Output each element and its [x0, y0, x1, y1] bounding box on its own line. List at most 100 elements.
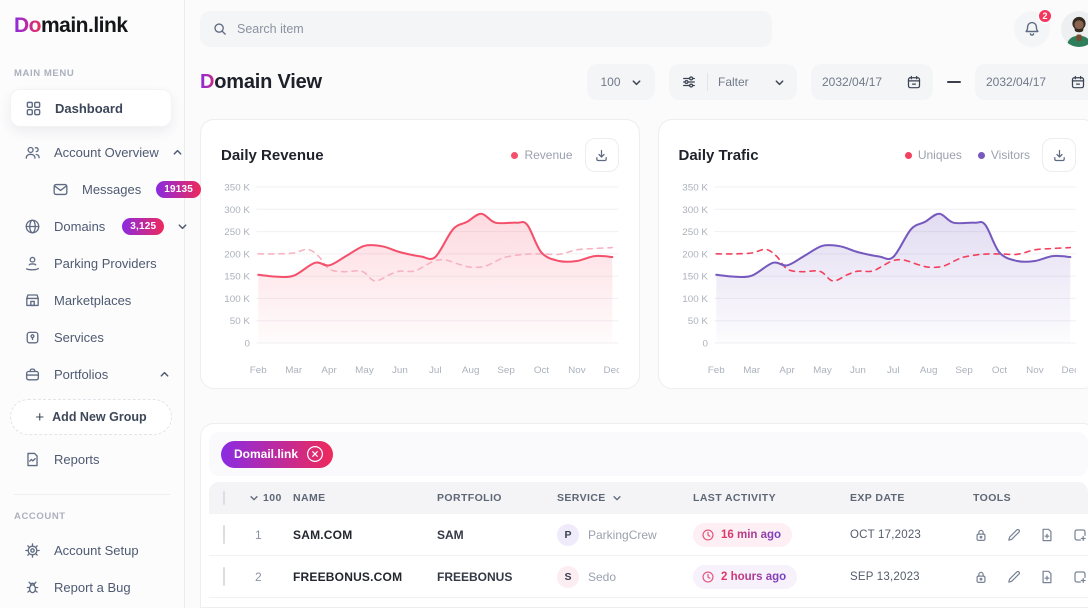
- svg-text:Nov: Nov: [568, 365, 586, 376]
- svg-text:Jun: Jun: [392, 365, 408, 376]
- sidebar-item-label: Report a Bug: [54, 580, 131, 595]
- search-bar[interactable]: [200, 11, 772, 47]
- filter-chip-domail-link[interactable]: Domail.link: [221, 441, 333, 468]
- globe-icon: [24, 218, 41, 235]
- svg-text:50 K: 50 K: [687, 316, 708, 327]
- chevron-down-icon: [631, 77, 642, 88]
- chevron-up-icon[interactable]: [172, 147, 183, 158]
- sidebar-item-parking-providers[interactable]: Parking Providers: [0, 245, 184, 282]
- sidebar-item-dashboard[interactable]: Dashboard: [10, 89, 172, 127]
- column-header-name[interactable]: NAME: [293, 492, 437, 504]
- domains-badge: 3,125: [122, 218, 164, 235]
- last-activity-badge: 2 hours ago: [693, 565, 797, 589]
- row-checkbox[interactable]: [223, 567, 225, 586]
- add-new-group-button[interactable]: + Add New Group: [10, 399, 172, 435]
- date-from-value: 2032/04/17: [822, 75, 882, 89]
- row-number: 2: [249, 570, 293, 584]
- table-row[interactable]: 1 SAM.COM SAM P ParkingCrew 16 min ago O…: [209, 514, 1088, 556]
- svg-text:100 K: 100 K: [682, 294, 708, 305]
- sliders-icon: [681, 74, 697, 90]
- column-header-portfolio[interactable]: PORTFOLIO: [437, 492, 557, 504]
- account-section-label: ACCOUNT: [14, 511, 184, 522]
- sidebar-item-label: Domains: [54, 219, 105, 234]
- sidebar-item-label: Marketplaces: [54, 293, 131, 308]
- svg-text:350 K: 350 K: [224, 183, 250, 194]
- legend-label: Revenue: [524, 148, 572, 162]
- add-new-group-label: Add New Group: [52, 410, 146, 424]
- svg-text:300 K: 300 K: [682, 205, 708, 216]
- svg-text:Oct: Oct: [534, 365, 550, 376]
- chevron-down-icon: [612, 493, 622, 503]
- sidebar-item-account-setup[interactable]: Account Setup: [0, 532, 184, 569]
- column-header-exp-date[interactable]: EXP DATE: [850, 492, 973, 504]
- logo-accent: Do: [14, 14, 41, 37]
- download-button[interactable]: [1042, 138, 1076, 172]
- chevron-up-icon[interactable]: [159, 369, 170, 380]
- filter-divider: [707, 73, 708, 91]
- note-add-icon[interactable]: [1072, 569, 1088, 585]
- sidebar-item-reports[interactable]: Reports: [0, 441, 184, 478]
- services-icon: [24, 329, 41, 346]
- page-title-rest: omain View: [214, 71, 322, 93]
- select-all-checkbox[interactable]: [223, 491, 225, 505]
- date-to-picker[interactable]: 2032/04/17: [975, 64, 1088, 100]
- mail-icon: [52, 181, 69, 198]
- portfolio-name: SAM: [437, 528, 557, 542]
- remove-filter-icon[interactable]: [306, 445, 324, 463]
- svg-text:Dec: Dec: [1061, 365, 1076, 376]
- table-page-size[interactable]: 100: [249, 492, 293, 504]
- page-header: Domain View 100 Falter 2032/04/17 2032/0…: [200, 64, 1088, 100]
- svg-text:Nov: Nov: [1026, 365, 1044, 376]
- notifications-button[interactable]: 2: [1014, 11, 1050, 47]
- sidebar-item-messages[interactable]: Messages 19135: [0, 171, 184, 208]
- daily-revenue-card: Daily Revenue Revenue 350 K300 K250 K200…: [200, 119, 640, 389]
- lock-icon[interactable]: [973, 527, 989, 543]
- svg-text:Jul: Jul: [429, 365, 442, 376]
- column-header-tools[interactable]: TOOLS: [973, 492, 1088, 504]
- svg-text:Jun: Jun: [849, 365, 865, 376]
- date-from-picker[interactable]: 2032/04/17: [811, 64, 933, 100]
- column-header-last-activity[interactable]: LAST ACTIVITY: [693, 492, 850, 504]
- sidebar-item-report-a-bug[interactable]: Report a Bug: [0, 569, 184, 606]
- file-add-icon[interactable]: [1039, 527, 1055, 543]
- svg-text:Apr: Apr: [321, 365, 337, 376]
- briefcase-icon: [24, 366, 41, 383]
- download-button[interactable]: [585, 138, 619, 172]
- chevron-down-icon[interactable]: [177, 221, 188, 232]
- filter-chip-label: Domail.link: [234, 447, 298, 461]
- service-cell: P ParkingCrew: [557, 524, 693, 546]
- note-add-icon[interactable]: [1072, 527, 1088, 543]
- calendar-icon: [1070, 74, 1086, 90]
- page-size-select[interactable]: 100: [587, 64, 655, 100]
- svg-text:Mar: Mar: [285, 365, 303, 376]
- lock-icon[interactable]: [973, 569, 989, 585]
- row-checkbox[interactable]: [223, 525, 225, 544]
- svg-text:50 K: 50 K: [230, 316, 251, 327]
- table-row[interactable]: 2 FREEBONUS.COM FREEBONUS S Sedo 2 hours…: [209, 556, 1088, 598]
- sidebar-item-account-overview[interactable]: Account Overview: [0, 134, 184, 171]
- column-header-service[interactable]: SERVICE: [557, 492, 693, 504]
- sidebar-item-label: Account Overview: [54, 145, 159, 160]
- table-page-size-value: 100: [263, 492, 282, 504]
- filter-dropdown[interactable]: Falter: [669, 64, 797, 100]
- user-avatar[interactable]: [1061, 11, 1088, 47]
- search-input[interactable]: [237, 22, 760, 36]
- app-logo[interactable]: Domain.link: [0, 14, 184, 38]
- notification-badge: 2: [1037, 8, 1053, 24]
- service-avatar: P: [557, 524, 579, 546]
- clock-icon: [701, 528, 715, 542]
- active-filters-band: Domail.link: [209, 432, 1088, 476]
- sidebar-item-label: Messages: [82, 182, 141, 197]
- service-name: Sedo: [588, 570, 616, 584]
- edit-icon[interactable]: [1006, 569, 1022, 585]
- table-header: 100 NAME PORTFOLIO SERVICE LAST ACTIVITY…: [209, 482, 1088, 514]
- file-add-icon[interactable]: [1039, 569, 1055, 585]
- sidebar-item-portfolios[interactable]: Portfolios: [0, 356, 184, 393]
- domain-name: SAM.COM: [293, 528, 437, 542]
- legend-dot: [511, 152, 518, 159]
- sidebar-item-domains[interactable]: Domains 3,125: [0, 208, 184, 245]
- sidebar-item-services[interactable]: Services: [0, 319, 184, 356]
- gear-icon: [24, 542, 41, 559]
- sidebar-item-marketplaces[interactable]: Marketplaces: [0, 282, 184, 319]
- edit-icon[interactable]: [1006, 527, 1022, 543]
